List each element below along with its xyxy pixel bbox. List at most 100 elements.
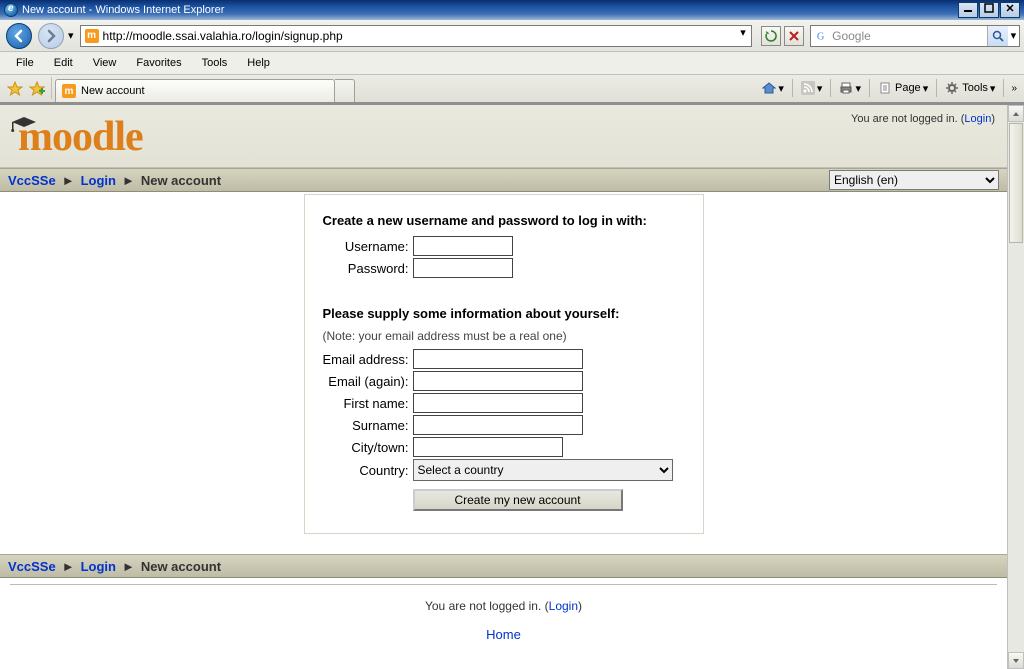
username-input[interactable] [413, 236, 513, 256]
scroll-thumb[interactable] [1009, 123, 1023, 243]
menu-edit[interactable]: Edit [44, 54, 83, 72]
tab-bar: New account ▾ ▾ ▾ Page ▾ Tools ▾ » [0, 75, 1024, 103]
email2-label: Email (again): [323, 374, 413, 389]
maximize-button[interactable] [979, 2, 999, 18]
tab-favicon-icon [62, 84, 76, 98]
scroll-up-button[interactable] [1008, 105, 1024, 122]
footer-login-link[interactable]: Login [549, 599, 578, 613]
moodle-favicon-icon [85, 29, 99, 43]
tools-menu-label: Tools [962, 82, 988, 94]
graduation-cap-icon [10, 115, 38, 133]
add-favorites-icon[interactable] [29, 81, 45, 97]
close-button[interactable] [1000, 2, 1020, 18]
breadcrumb-sep-icon: ► [62, 559, 75, 574]
new-tab-button[interactable] [335, 79, 355, 102]
breadcrumb-sep-icon: ► [62, 173, 75, 188]
breadcrumb-sep-icon: ► [122, 559, 135, 574]
minimize-button[interactable] [958, 2, 978, 18]
breadcrumb-root[interactable]: VccSSe [8, 173, 56, 188]
surname-input[interactable] [413, 415, 583, 435]
surname-label: Surname: [323, 418, 413, 433]
window-titlebar: New account - Windows Internet Explorer [0, 0, 1024, 20]
country-label: Country: [323, 463, 413, 478]
address-input[interactable] [103, 27, 735, 45]
menu-favorites[interactable]: Favorites [126, 54, 191, 72]
moodle-logo: moodle [12, 113, 143, 161]
menu-tools[interactable]: Tools [192, 54, 238, 72]
breadcrumb-login[interactable]: Login [81, 173, 116, 188]
breadcrumb: VccSSe ► Login ► New account English (en… [0, 168, 1007, 192]
breadcrumb-sep-icon: ► [122, 173, 135, 188]
tools-menu[interactable]: Tools ▾ [941, 78, 999, 98]
home-button[interactable]: ▾ [758, 78, 788, 98]
vertical-scrollbar[interactable] [1007, 105, 1024, 669]
stop-button[interactable] [784, 26, 804, 46]
page-menu[interactable]: Page ▾ [874, 78, 932, 98]
password-label: Password: [323, 261, 413, 276]
search-go-button[interactable] [987, 26, 1008, 46]
print-button[interactable]: ▾ [835, 78, 865, 98]
menu-view[interactable]: View [83, 54, 127, 72]
login-link[interactable]: Login [964, 113, 991, 125]
page-icon [878, 81, 892, 95]
command-bar: ▾ ▾ ▾ Page ▾ Tools ▾ » [758, 78, 1020, 102]
rss-icon [801, 81, 815, 95]
footer: You are not logged in. (Login) Home [0, 585, 1007, 656]
ie-icon [4, 3, 18, 17]
google-icon: G [815, 29, 828, 43]
firstname-input[interactable] [413, 393, 583, 413]
search-input[interactable] [832, 29, 987, 43]
breadcrumb-root-bottom[interactable]: VccSSe [8, 559, 56, 574]
email-input[interactable] [413, 349, 583, 369]
tab-title: New account [81, 85, 145, 97]
menu-file[interactable]: File [6, 54, 44, 72]
address-dropdown-icon[interactable]: ▾ [735, 26, 751, 46]
signup-form: Create a new username and password to lo… [304, 194, 704, 534]
country-select[interactable]: Select a country [413, 459, 673, 481]
menu-bar: File Edit View Favorites Tools Help [0, 52, 1024, 75]
breadcrumb-login-bottom[interactable]: Login [81, 559, 116, 574]
menu-help[interactable]: Help [237, 54, 280, 72]
firstname-label: First name: [323, 396, 413, 411]
login-status-prefix: You are not logged in. ( [851, 113, 964, 125]
home-icon [762, 81, 776, 95]
section1-title: Create a new username and password to lo… [323, 213, 685, 228]
chevron-right-icon[interactable]: » [1008, 83, 1020, 94]
refresh-button[interactable] [761, 26, 781, 46]
footer-home-link[interactable]: Home [0, 627, 1007, 642]
language-select[interactable]: English (en) [829, 170, 999, 190]
window-title: New account - Windows Internet Explorer [22, 4, 224, 16]
print-icon [839, 81, 853, 95]
forward-button[interactable] [38, 23, 64, 49]
footer-status-prefix: You are not logged in. ( [425, 599, 549, 613]
nav-toolbar: ▾ ▾ G ▾ [0, 20, 1024, 52]
breadcrumb-bottom: VccSSe ► Login ► New account [0, 554, 1007, 578]
search-box: G ▾ [810, 25, 1020, 47]
nav-dropdown-icon[interactable]: ▾ [68, 29, 74, 42]
site-header: You are not logged in. (Login) moodle [0, 105, 1007, 168]
favorites-star-icon[interactable] [7, 81, 23, 97]
city-input[interactable] [413, 437, 563, 457]
create-account-button[interactable]: Create my new account [413, 489, 623, 511]
password-input[interactable] [413, 258, 513, 278]
scroll-track[interactable] [1008, 122, 1024, 652]
section2-title: Please supply some information about you… [323, 306, 685, 321]
scroll-down-button[interactable] [1008, 652, 1024, 669]
email2-input[interactable] [413, 371, 583, 391]
login-status-suffix: ) [991, 113, 995, 125]
gear-icon [945, 81, 959, 95]
city-label: City/town: [323, 440, 413, 455]
svg-text:G: G [817, 31, 825, 42]
breadcrumb-current: New account [141, 173, 221, 188]
breadcrumb-current-bottom: New account [141, 559, 221, 574]
back-button[interactable] [6, 23, 32, 49]
login-status: You are not logged in. (Login) [851, 113, 995, 125]
address-bar: ▾ [80, 25, 752, 47]
email-note: (Note: your email address must be a real… [323, 329, 685, 343]
browser-tab[interactable]: New account [55, 79, 335, 102]
username-label: Username: [323, 239, 413, 254]
footer-status-suffix: ) [578, 599, 582, 613]
search-dropdown-icon[interactable]: ▾ [1008, 29, 1019, 42]
email-label: Email address: [323, 352, 413, 367]
feeds-button[interactable]: ▾ [797, 78, 827, 98]
